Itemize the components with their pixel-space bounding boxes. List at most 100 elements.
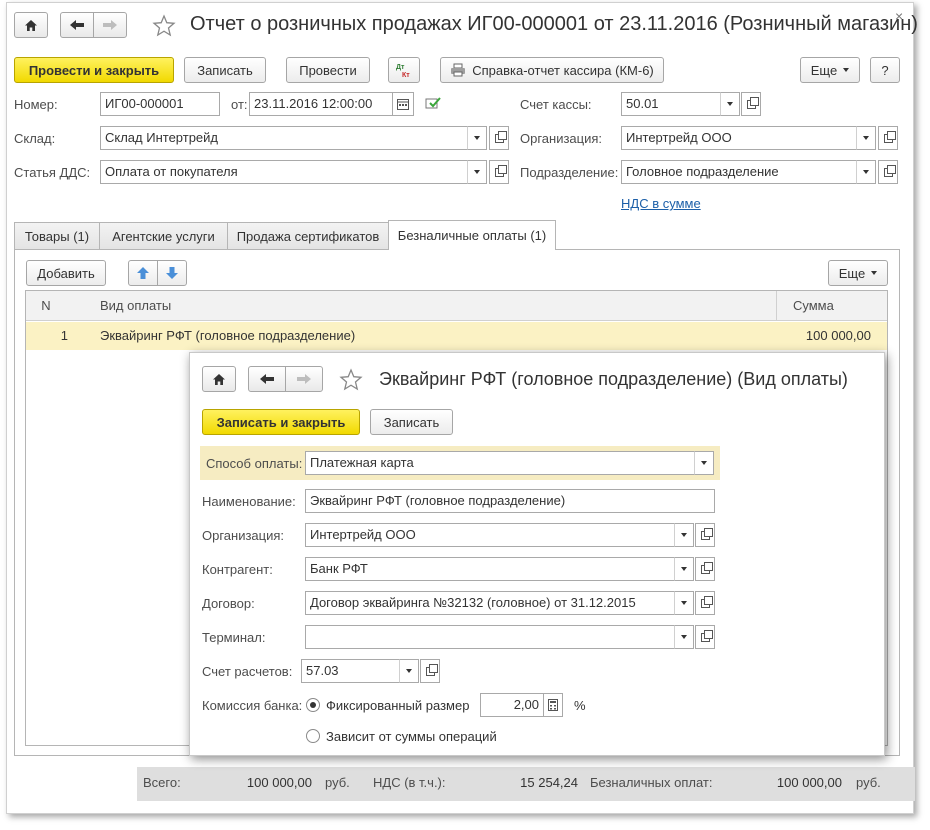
table-row[interactable]: 1 Эквайринг РФТ (головное подразделение)…: [26, 322, 887, 350]
open-icon: [883, 164, 896, 177]
back-button[interactable]: [60, 12, 94, 38]
settle-account-dropdown[interactable]: [399, 659, 419, 683]
calendar-button[interactable]: [392, 92, 414, 116]
arrow-left-icon: [70, 20, 84, 30]
terminal-open[interactable]: [695, 625, 715, 649]
dialog-forward-button[interactable]: [285, 366, 323, 392]
tab-cashless-payments[interactable]: Безналичные оплаты (1): [388, 220, 556, 250]
number-field[interactable]: ИГ00-000001: [100, 92, 220, 116]
date-field[interactable]: 23.11.2016 12:00:00: [249, 92, 393, 116]
arrow-up-icon: [137, 267, 149, 279]
payment-method-dropdown[interactable]: [694, 451, 714, 475]
forward-button[interactable]: [93, 12, 127, 38]
table-more-button[interactable]: Еще: [828, 260, 888, 286]
vat-value: 15 254,24: [520, 775, 578, 790]
open-icon: [700, 595, 713, 608]
division-dropdown[interactable]: [856, 160, 876, 184]
counterparty-field[interactable]: Банк РФТ: [305, 557, 675, 581]
more-button[interactable]: Еще: [800, 57, 860, 83]
total-label: Всего:: [143, 775, 181, 790]
counterparty-label: Контрагент:: [202, 562, 273, 577]
dt-kt-button[interactable]: Дт Кт: [388, 57, 420, 83]
cashless-value: 100 000,00: [776, 775, 842, 790]
settle-account-label: Счет расчетов:: [202, 664, 293, 679]
division-open[interactable]: [878, 160, 898, 184]
col-divider: [776, 291, 777, 321]
post-and-close-button[interactable]: Провести и закрыть: [14, 57, 174, 83]
add-button[interactable]: Добавить: [26, 260, 106, 286]
row-sum: 100 000,00: [805, 328, 871, 343]
org-open[interactable]: [878, 126, 898, 150]
settle-account-open[interactable]: [420, 659, 440, 683]
save-and-close-button[interactable]: Записать и закрыть: [202, 409, 360, 435]
dialog-back-button[interactable]: [248, 366, 286, 392]
name-field[interactable]: Эквайринг РФТ (головное подразделение): [305, 489, 715, 513]
name-label: Наименование:: [202, 494, 296, 509]
contract-open[interactable]: [695, 591, 715, 615]
move-down-button[interactable]: [157, 260, 187, 286]
cash-account-dropdown[interactable]: [720, 92, 740, 116]
percent-sign: %: [574, 698, 586, 713]
close-icon[interactable]: ×: [895, 8, 903, 24]
tab-certificate-sales[interactable]: Продажа сертификатов: [227, 222, 389, 250]
svg-text:Кт: Кт: [402, 72, 410, 79]
debit-credit-icon: ДтКт: [396, 64, 410, 79]
payment-method-field[interactable]: Платежная карта: [305, 451, 695, 475]
warehouse-dropdown[interactable]: [467, 126, 487, 150]
terminal-dropdown[interactable]: [674, 625, 694, 649]
division-label: Подразделение:: [520, 165, 619, 180]
cashier-report-button[interactable]: Справка-отчет кассира (КМ-6): [440, 57, 664, 83]
dialog-favorite-star-icon[interactable]: [339, 368, 363, 391]
calculator-button[interactable]: [543, 693, 563, 717]
counterparty-dropdown[interactable]: [674, 557, 694, 581]
commission-label: Комиссия банка:: [202, 698, 303, 713]
move-up-button[interactable]: [128, 260, 158, 286]
open-icon: [746, 96, 759, 109]
terminal-field[interactable]: [305, 625, 675, 649]
chevron-down-icon: [681, 635, 687, 639]
favorite-star-icon[interactable]: [152, 14, 176, 37]
counterparty-open[interactable]: [695, 557, 715, 581]
tab-goods[interactable]: Товары (1): [14, 222, 100, 250]
org-field[interactable]: Интертрейд ООО: [621, 126, 857, 150]
dds-open[interactable]: [489, 160, 509, 184]
cash-account-open[interactable]: [741, 92, 761, 116]
save-button[interactable]: Записать: [184, 57, 266, 83]
dialog-save-button[interactable]: Записать: [370, 409, 453, 435]
chevron-down-icon: [474, 136, 480, 140]
page-title: Отчет о розничных продажах ИГ00-000001 о…: [190, 13, 918, 35]
cashier-report-label: Справка-отчет кассира (КМ-6): [472, 62, 654, 78]
fixed-amount-radio[interactable]: [306, 698, 320, 712]
arrow-left-icon: [260, 374, 274, 384]
warehouse-field[interactable]: Склад Интертрейд: [100, 126, 468, 150]
chevron-down-icon: [681, 601, 687, 605]
help-button[interactable]: ?: [870, 57, 900, 83]
contract-dropdown[interactable]: [674, 591, 694, 615]
settle-account-field[interactable]: 57.03: [301, 659, 400, 683]
dialog-org-field[interactable]: Интертрейд ООО: [305, 523, 675, 547]
calculator-icon: [548, 699, 558, 711]
vat-in-sum-link[interactable]: НДС в сумме: [621, 196, 701, 211]
org-dropdown[interactable]: [856, 126, 876, 150]
dialog-home-button[interactable]: [202, 366, 236, 392]
dds-field[interactable]: Оплата от покупателя: [100, 160, 468, 184]
fixed-amount-label: Фиксированный размер: [326, 698, 470, 713]
dialog-org-open[interactable]: [695, 523, 715, 547]
open-icon: [700, 561, 713, 574]
chevron-down-icon: [406, 669, 412, 673]
contract-field[interactable]: Договор эквайринга №32132 (головное) от …: [305, 591, 675, 615]
tab-agent-services[interactable]: Агентские услуги: [99, 222, 228, 250]
home-button[interactable]: [14, 12, 48, 38]
dds-dropdown[interactable]: [467, 160, 487, 184]
open-icon: [883, 130, 896, 143]
dialog-org-dropdown[interactable]: [674, 523, 694, 547]
col-header-payment-type: Вид оплаты: [100, 298, 172, 313]
posted-check-icon: [425, 97, 441, 109]
fixed-amount-field[interactable]: 2,00: [480, 693, 544, 717]
division-field[interactable]: Головное подразделение: [621, 160, 857, 184]
warehouse-open[interactable]: [489, 126, 509, 150]
post-button[interactable]: Провести: [286, 57, 370, 83]
depends-on-sum-radio[interactable]: [306, 729, 320, 743]
payment-method-label: Способ оплаты:: [206, 456, 303, 471]
cash-account-field[interactable]: 50.01: [621, 92, 721, 116]
